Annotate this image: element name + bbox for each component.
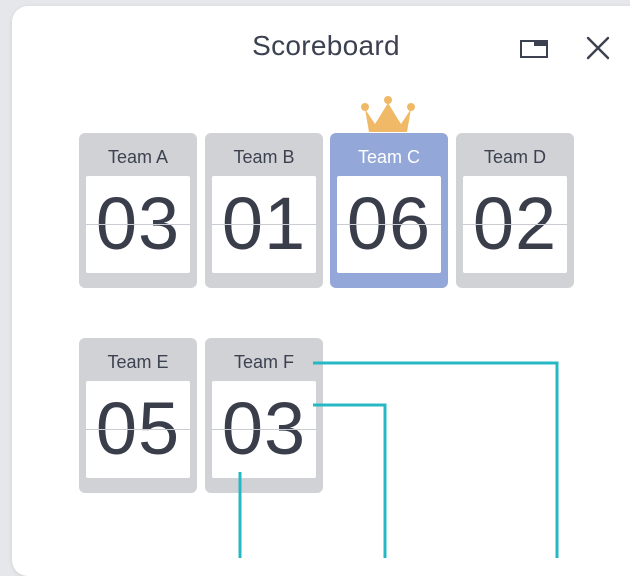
score-box: 02 (463, 176, 567, 273)
crown-icon (361, 96, 415, 132)
score-box: 05 (86, 381, 190, 478)
team-card-b[interactable]: Team B 01 (205, 133, 323, 288)
team-name: Team B (233, 147, 295, 167)
team-card-f[interactable]: Team F 03 (205, 338, 323, 493)
team-score: 03 (95, 182, 181, 265)
close-icon (586, 36, 610, 60)
team-card-a[interactable]: Team A 03 (79, 133, 197, 288)
restore-window-button[interactable] (516, 30, 552, 66)
team-score: 06 (346, 182, 432, 265)
team-score: 01 (221, 182, 307, 265)
team-name: Team D (483, 147, 546, 167)
score-box: 03 (86, 176, 190, 273)
team-score: 03 (221, 387, 307, 470)
score-box: 06 (337, 176, 441, 273)
score-box: 01 (212, 176, 316, 273)
team-card-c[interactable]: Team C 06 (330, 133, 448, 288)
team-score: 05 (95, 387, 181, 470)
team-score: 02 (472, 182, 558, 265)
restore-window-icon (520, 40, 548, 58)
team-card-d[interactable]: Team D 02 (456, 133, 574, 288)
team-card-e[interactable]: Team E 05 (79, 338, 197, 493)
score-box: 03 (212, 381, 316, 478)
close-button[interactable] (580, 30, 616, 66)
team-name: Team C (357, 147, 420, 167)
team-name: Team E (107, 352, 169, 372)
team-name: Team A (107, 147, 169, 167)
team-name: Team F (233, 352, 294, 372)
